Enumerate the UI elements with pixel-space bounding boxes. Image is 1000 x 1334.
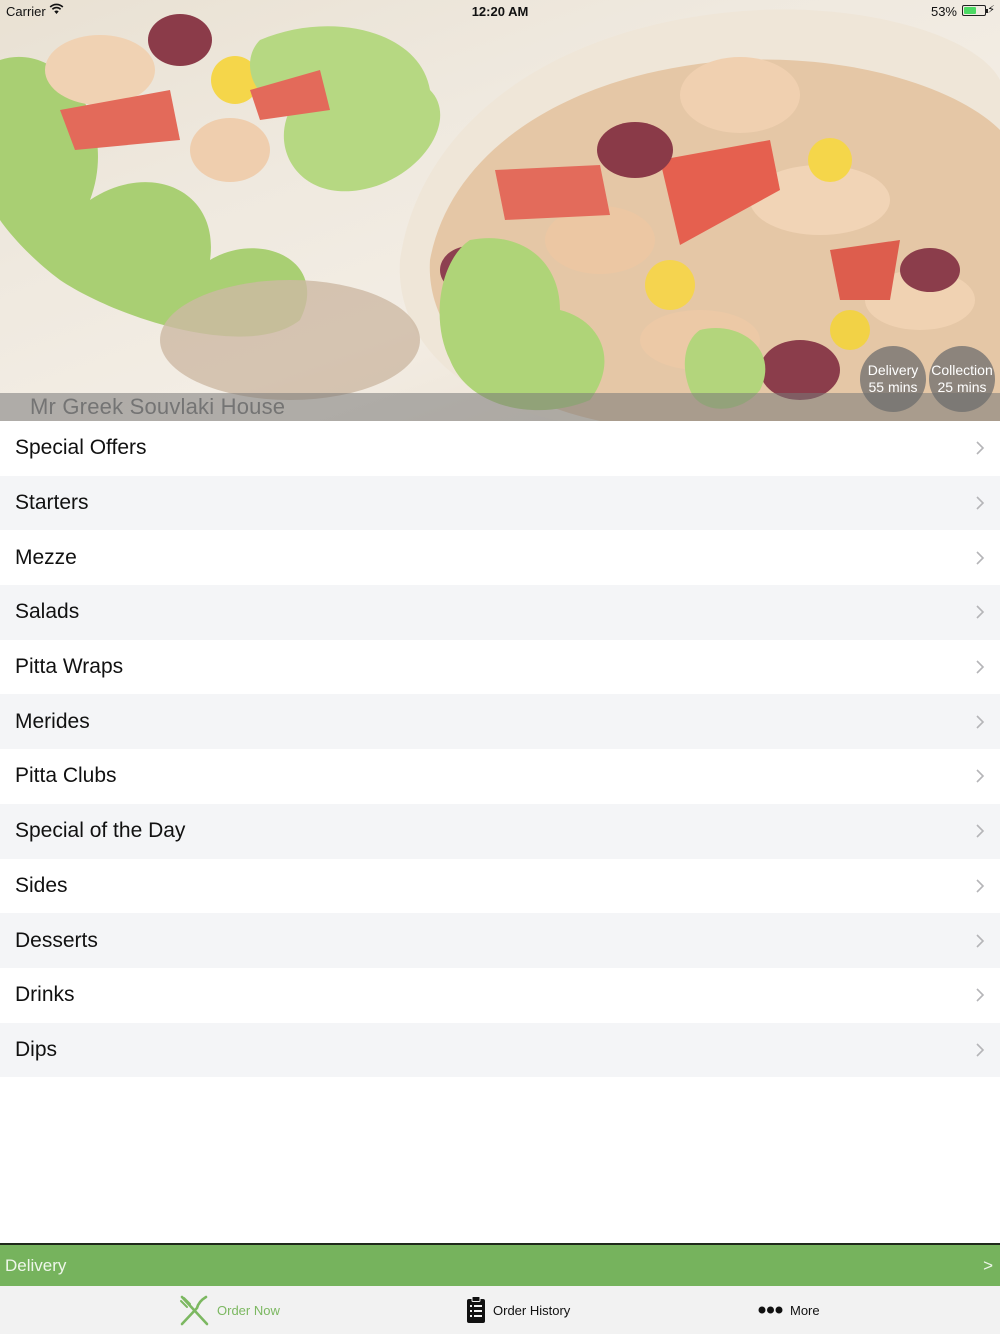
menu-item-label: Dips bbox=[15, 1037, 58, 1061]
menu-item[interactable]: Special Offers bbox=[0, 421, 1000, 476]
chevron-right-icon bbox=[976, 715, 985, 729]
menu-item-label: Starters bbox=[15, 491, 89, 515]
menu-item[interactable]: Drinks bbox=[0, 967, 1000, 1023]
menu-category-list: Special Offers Starters Mezze Salads Pitta W… bbox=[0, 421, 1000, 1078]
chevron-right-icon bbox=[976, 769, 985, 784]
menu-item-label: Pitta Clubs bbox=[15, 764, 117, 788]
order-mode-label: Delivery bbox=[5, 1256, 67, 1275]
food-photo bbox=[0, 9, 1000, 421]
menu-item[interactable]: Starters bbox=[0, 475, 1000, 531]
fork-knife-icon bbox=[180, 1295, 209, 1325]
hero-banner: Carrier 12:20 AM 53% ⚡ Mr Greek Souvlaki… bbox=[0, 0, 1000, 421]
delivery-time-value: 55 mins bbox=[868, 379, 918, 395]
chevron-right-icon bbox=[976, 933, 985, 948]
collection-time-badge: Collection 25 mins bbox=[929, 346, 995, 412]
chevron-right-icon bbox=[976, 879, 985, 893]
chevron-right-icon bbox=[976, 1043, 985, 1057]
menu-item[interactable]: Sides bbox=[0, 858, 1000, 914]
menu-item-label: Sides bbox=[15, 873, 68, 897]
menu-item-label: Special of the Day bbox=[15, 819, 186, 843]
menu-item[interactable]: Desserts bbox=[0, 913, 1000, 968]
tab-more[interactable]: More bbox=[758, 1286, 820, 1334]
chevron-right-icon bbox=[976, 988, 985, 1002]
menu-item[interactable]: Special of the Day bbox=[0, 803, 1000, 859]
tab-order-now[interactable]: Order Now bbox=[179, 1286, 280, 1334]
menu-item[interactable]: Pitta Clubs bbox=[0, 749, 1000, 804]
menu-item-label: Pitta Wraps bbox=[15, 655, 124, 679]
clock: 12:20 AM bbox=[471, 4, 529, 19]
chevron-right-icon bbox=[976, 660, 985, 674]
delivery-time-label: Delivery bbox=[867, 362, 919, 378]
menu-item-label: Salads bbox=[15, 600, 80, 624]
chevron-right-icon bbox=[976, 824, 985, 838]
menu-item[interactable]: Mezze bbox=[0, 530, 1000, 586]
chevron-right-icon bbox=[976, 441, 985, 455]
delivery-time-badge: Delivery 55 mins bbox=[860, 346, 926, 412]
menu-item[interactable]: Salads bbox=[0, 585, 1000, 640]
tab-order-history-label: Order History bbox=[493, 1302, 571, 1318]
battery-icon bbox=[962, 5, 988, 16]
status-bar: Carrier 12:20 AM 53% ⚡ bbox=[0, 0, 1000, 22]
menu-item[interactable]: Merides bbox=[0, 694, 1000, 750]
collection-time-label: Collection bbox=[931, 362, 993, 378]
menu-item-label: Desserts bbox=[15, 928, 98, 952]
tab-bar: Order Now Order History More bbox=[0, 1286, 1000, 1334]
order-mode-arrow: > bbox=[983, 1256, 993, 1275]
menu-item-label: Merides bbox=[15, 709, 90, 733]
menu-item[interactable]: Pitta Wraps bbox=[0, 639, 1000, 695]
menu-item-label: Mezze bbox=[15, 545, 77, 569]
battery-fill bbox=[964, 7, 976, 14]
more-dots-icon bbox=[758, 1306, 783, 1314]
clipboard-list-icon bbox=[467, 1296, 485, 1323]
chevron-right-icon bbox=[976, 551, 985, 565]
restaurant-name: Mr Greek Souvlaki House bbox=[30, 394, 286, 419]
menu-item-label: Special Offers bbox=[15, 436, 147, 460]
charging-icon: ⚡ bbox=[987, 4, 995, 16]
battery-percentage: 53% bbox=[930, 4, 957, 19]
menu-item-label: Drinks bbox=[15, 983, 75, 1007]
collection-time-value: 25 mins bbox=[937, 379, 987, 395]
tab-order-now-label: Order Now bbox=[217, 1302, 280, 1318]
order-mode-bar[interactable]: Delivery > bbox=[0, 1243, 1000, 1286]
chevron-right-icon bbox=[976, 605, 985, 619]
tab-more-label: More bbox=[790, 1302, 820, 1318]
restaurant-name-bar: Mr Greek Souvlaki House bbox=[0, 393, 1000, 421]
chevron-right-icon bbox=[976, 496, 985, 510]
menu-item[interactable]: Dips bbox=[0, 1022, 1000, 1078]
tab-order-history[interactable]: Order History bbox=[466, 1286, 570, 1334]
